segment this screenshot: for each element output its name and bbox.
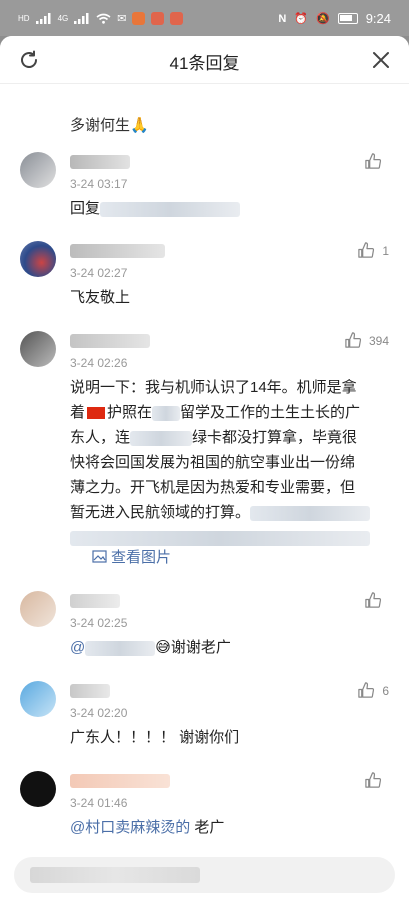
comment-item: 3-24 02:25 @ 😅谢谢老广 xyxy=(0,591,409,671)
thumbs-up-icon xyxy=(358,242,375,258)
avatar[interactable] xyxy=(20,331,56,367)
avatar[interactable] xyxy=(20,591,56,627)
clock: 9:24 xyxy=(365,11,391,26)
like-count: 1 xyxy=(382,243,389,258)
thumbs-up-icon xyxy=(365,772,382,788)
redacted-text xyxy=(250,505,371,521)
like-button[interactable] xyxy=(364,771,389,790)
image-icon xyxy=(92,550,107,563)
battery-icon xyxy=(337,13,358,24)
redacted-text xyxy=(130,430,193,446)
like-count: 6 xyxy=(382,683,389,698)
comment-text: 说明一下：我与机师认识了14年。机师是拿 着护照在 留学及工作的土生土长的广 东人… xyxy=(70,375,382,550)
redacted-text xyxy=(100,201,241,217)
taobao-icon xyxy=(132,12,146,25)
mention-link[interactable]: @村口卖麻辣烫的 xyxy=(70,819,190,836)
status-bar: HD 4G ✉ N ⏰ 🔕 9:24 xyxy=(0,0,409,36)
like-button[interactable]: 6 xyxy=(357,681,389,700)
network-type-indicator: 4G xyxy=(57,13,69,23)
signal-icon xyxy=(74,13,89,24)
avatar[interactable] xyxy=(20,241,56,277)
mute-icon: 🔕 xyxy=(315,13,330,25)
comment-time: 3-24 02:26 xyxy=(70,356,128,370)
redacted-text xyxy=(85,640,156,656)
like-button[interactable]: 394 xyxy=(344,331,389,350)
partial-comment-text: 多谢何生🙏 xyxy=(70,117,149,134)
mention-link[interactable]: @ xyxy=(70,639,156,656)
like-count: 394 xyxy=(368,333,389,348)
emoji-icon: 🙏 xyxy=(130,117,149,134)
alarm-icon: ⏰ xyxy=(294,13,308,25)
nfc-icon: N xyxy=(278,12,287,25)
sheet-header: 41条回复 xyxy=(0,36,409,84)
comment-text: 广东人！！！！ 谢谢你们 xyxy=(70,729,240,746)
comment-text: 回复 xyxy=(70,196,382,221)
username-blurred[interactable] xyxy=(70,334,150,348)
avatar[interactable] xyxy=(20,681,56,717)
replies-sheet: 41条回复 多谢何生🙏 3-24 03:17 回复 3-24 02:27 飞友敬… xyxy=(0,36,409,900)
view-images-link[interactable]: 查看图片 xyxy=(92,546,171,567)
comment-item: 3-24 02:26 说明一下：我与机师认识了14年。机师是拿 着护照在 留学及工… xyxy=(0,331,409,581)
comment-item: 3-24 01:46 @村口卖麻辣烫的 老广 xyxy=(0,771,409,844)
like-button[interactable] xyxy=(364,152,389,171)
thumbs-up-icon xyxy=(358,682,375,698)
avatar[interactable] xyxy=(20,771,56,807)
emoji-icon: 😅 xyxy=(155,639,171,656)
comment-item: 3-24 02:20 广东人！！！！ 谢谢你们 6 xyxy=(0,681,409,761)
username-blurred[interactable] xyxy=(70,594,120,608)
close-icon[interactable] xyxy=(370,49,392,71)
avatar[interactable] xyxy=(20,152,56,188)
redacted-text xyxy=(70,530,370,546)
comment-text: @村口卖麻辣烫的 老广 xyxy=(70,819,225,836)
comment-item: 3-24 03:17 回复 xyxy=(0,152,409,232)
username-blurred[interactable] xyxy=(70,155,130,169)
comment-list[interactable]: 多谢何生🙏 3-24 03:17 回复 3-24 02:27 飞友敬上 1 3-… xyxy=(0,84,409,844)
app-notification-icon: ✉ xyxy=(117,13,127,25)
weibo-icon xyxy=(151,12,165,25)
page-title: 41条回复 xyxy=(169,54,240,73)
reply-input[interactable] xyxy=(14,857,395,893)
comment-item: 3-24 02:27 飞友敬上 1 xyxy=(0,241,409,321)
like-button[interactable]: 1 xyxy=(357,241,389,260)
thumbs-up-icon xyxy=(345,332,362,348)
username-blurred[interactable] xyxy=(70,684,110,698)
comment-time: 3-24 02:20 xyxy=(70,706,128,720)
comment-text: @ 😅谢谢老广 xyxy=(70,639,231,656)
comment-text: 飞友敬上 xyxy=(70,289,131,306)
redacted-text xyxy=(152,405,181,421)
comment-time: 3-24 03:17 xyxy=(70,177,128,191)
signal-icon xyxy=(35,13,51,24)
weibo-icon xyxy=(170,12,184,25)
thumbs-up-icon xyxy=(365,153,382,169)
comment-time: 3-24 02:25 xyxy=(70,616,128,630)
reply-input-placeholder-blurred xyxy=(30,867,200,883)
china-flag-icon xyxy=(87,407,106,420)
hd-indicator: HD xyxy=(18,13,30,23)
comment-time: 3-24 01:46 xyxy=(70,796,128,810)
like-button[interactable] xyxy=(364,591,389,610)
username-blurred[interactable] xyxy=(70,774,170,788)
wifi-icon xyxy=(96,13,111,24)
username-blurred[interactable] xyxy=(70,244,165,258)
thumbs-up-icon xyxy=(365,592,382,608)
comment-time: 3-24 02:27 xyxy=(70,266,128,280)
